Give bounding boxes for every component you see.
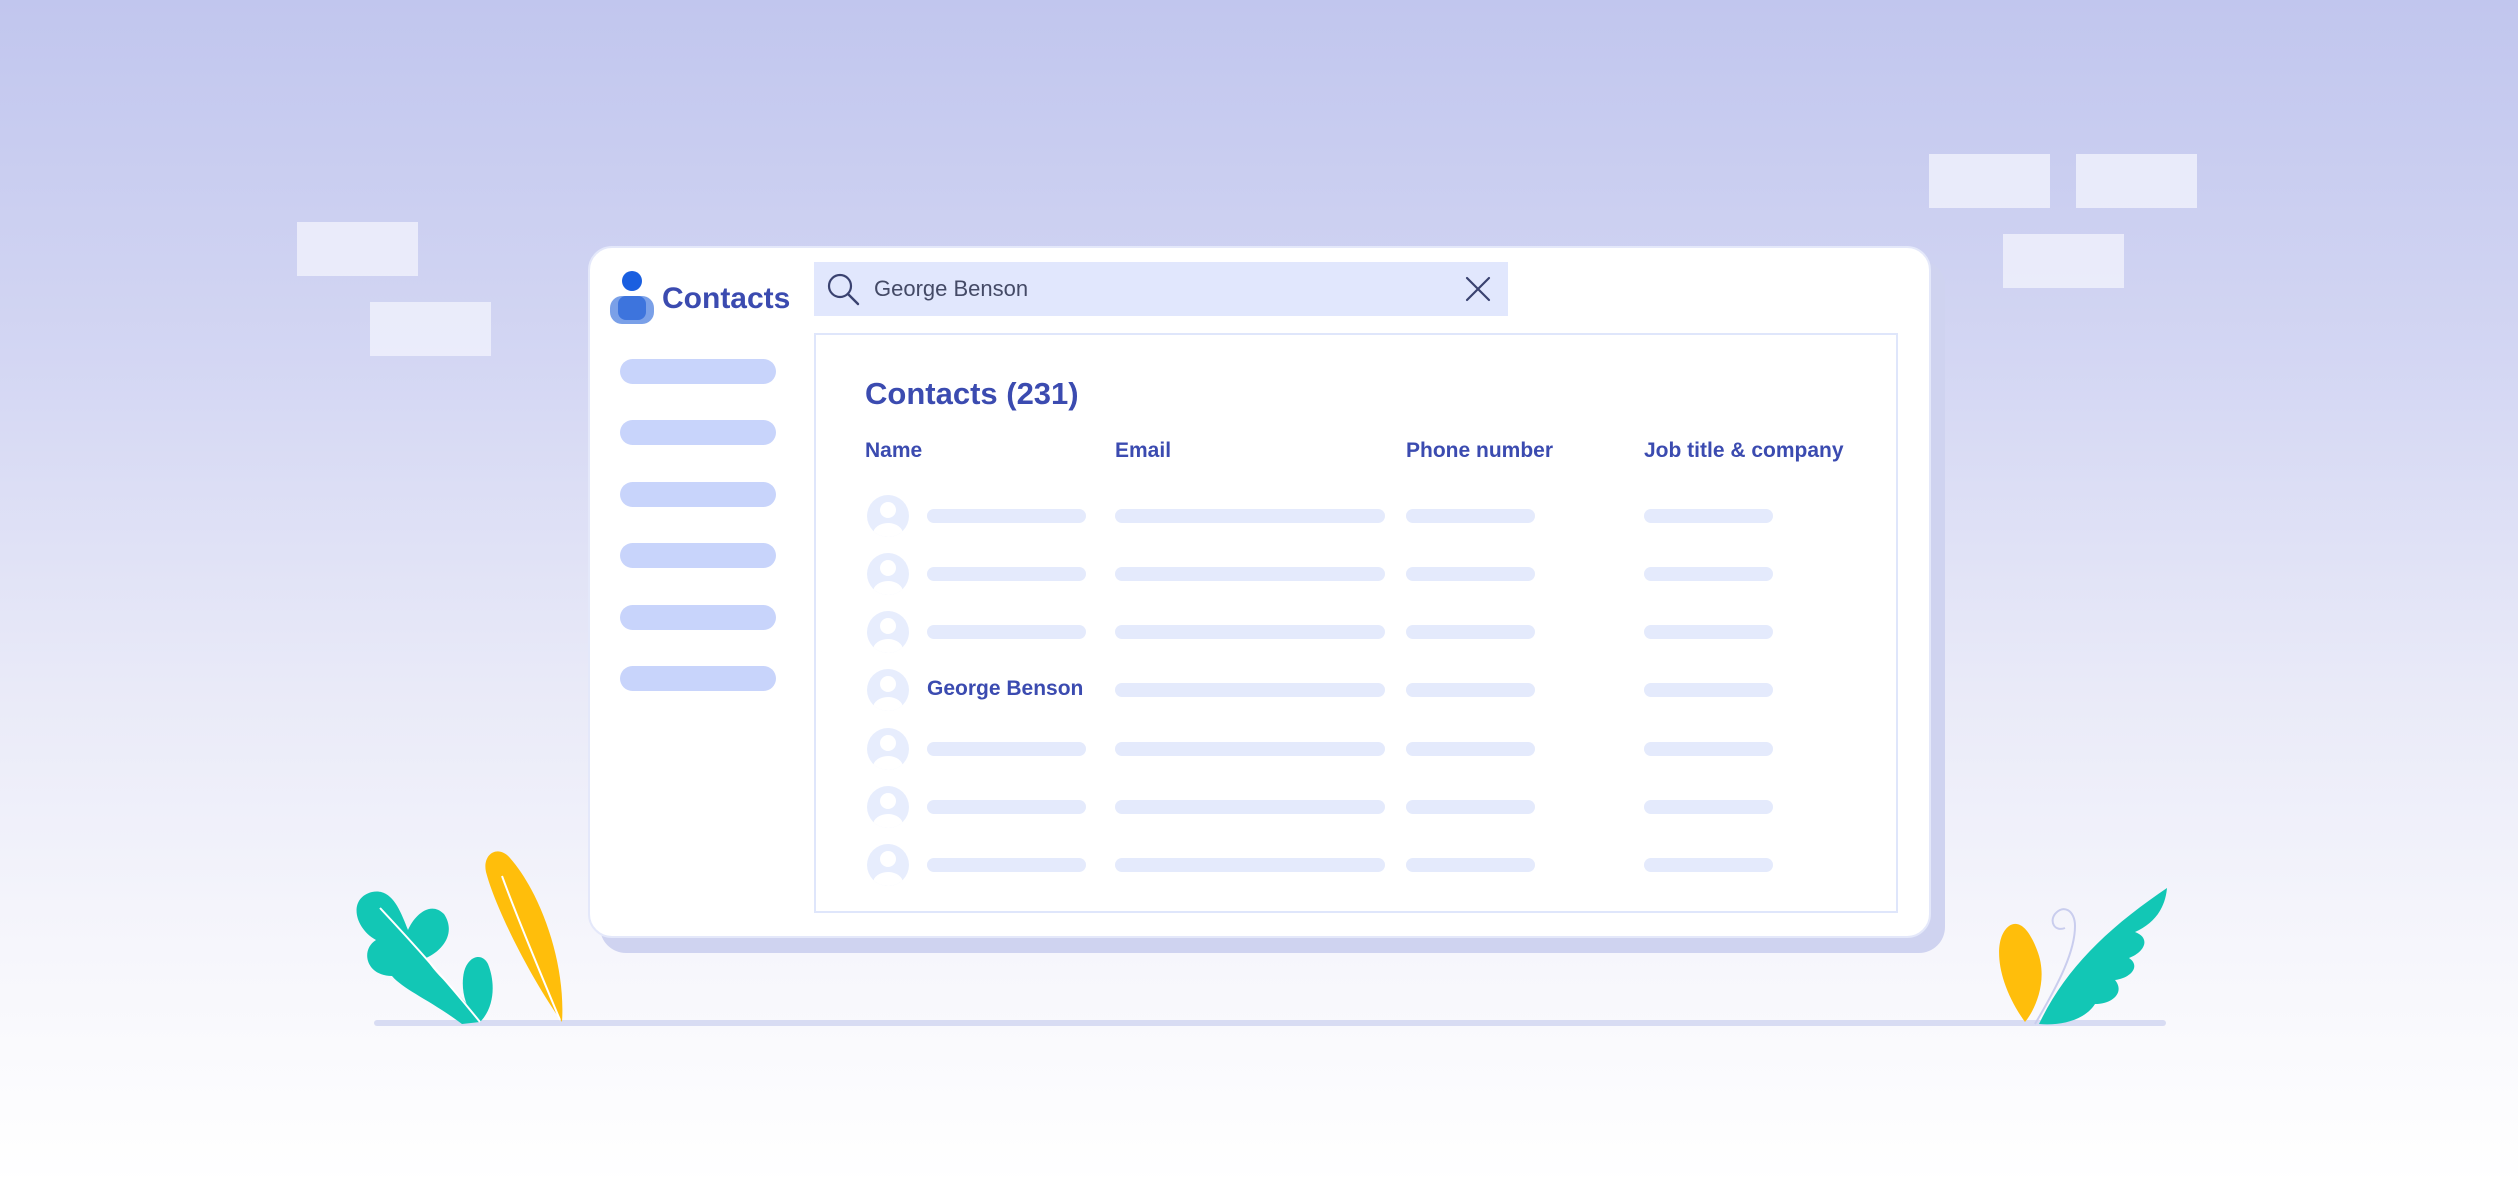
name-placeholder: [927, 567, 1086, 581]
decorative-rectangle: [297, 222, 418, 276]
sidebar-nav-item[interactable]: [620, 420, 776, 445]
name-placeholder: [927, 742, 1086, 756]
avatar: [866, 610, 910, 654]
avatar: [866, 727, 910, 771]
phone-placeholder: [1406, 567, 1535, 581]
contacts-panel: [814, 333, 1898, 913]
job-title-placeholder: [1644, 567, 1773, 581]
email-placeholder: [1115, 742, 1385, 756]
ground-line: [374, 1020, 2166, 1026]
sidebar-nav-item[interactable]: [620, 482, 776, 507]
decorative-rectangle: [2076, 154, 2197, 208]
sidebar-nav-item[interactable]: [620, 666, 776, 691]
decorative-rectangle: [1929, 154, 2050, 208]
phone-placeholder: [1406, 800, 1535, 814]
name-placeholder: [927, 509, 1086, 523]
column-header-name[interactable]: Name: [865, 439, 922, 463]
avatar: [866, 494, 910, 538]
sidebar-nav-item[interactable]: [620, 605, 776, 630]
email-placeholder: [1115, 800, 1385, 814]
phone-placeholder: [1406, 683, 1535, 697]
close-icon[interactable]: [1464, 275, 1492, 303]
decorative-rectangle: [2003, 234, 2124, 288]
job-title-placeholder: [1644, 742, 1773, 756]
email-placeholder: [1115, 683, 1385, 697]
search-bar[interactable]: [814, 262, 1508, 316]
email-placeholder: [1115, 567, 1385, 581]
job-title-placeholder: [1644, 858, 1773, 872]
search-input[interactable]: [874, 268, 1434, 310]
name-placeholder: [927, 800, 1086, 814]
avatar: [866, 552, 910, 596]
sidebar-nav-item[interactable]: [620, 359, 776, 384]
name-placeholder: [927, 625, 1086, 639]
email-placeholder: [1115, 625, 1385, 639]
name-placeholder: [927, 858, 1086, 872]
email-placeholder: [1115, 858, 1385, 872]
sidebar-nav-item[interactable]: [620, 543, 776, 568]
phone-placeholder: [1406, 509, 1535, 523]
person-icon: [610, 271, 654, 324]
column-header-job-title[interactable]: Job title & company: [1644, 439, 1844, 463]
column-header-email[interactable]: Email: [1115, 439, 1171, 463]
job-title-placeholder: [1644, 625, 1773, 639]
avatar: [866, 668, 910, 712]
leaf-plant-illustration: [356, 851, 563, 1024]
job-title-placeholder: [1644, 509, 1773, 523]
phone-placeholder: [1406, 742, 1535, 756]
column-header-phone[interactable]: Phone number: [1406, 439, 1553, 463]
contacts-title: Contacts (231): [865, 376, 1079, 411]
phone-placeholder: [1406, 625, 1535, 639]
job-title-placeholder: [1644, 683, 1773, 697]
search-icon: [827, 273, 860, 306]
avatar: [866, 843, 910, 887]
job-title-placeholder: [1644, 800, 1773, 814]
leaf-plant-illustration: [1999, 888, 2167, 1025]
contact-name[interactable]: George Benson: [927, 677, 1083, 701]
phone-placeholder: [1406, 858, 1535, 872]
avatar: [866, 785, 910, 829]
email-placeholder: [1115, 509, 1385, 523]
app-title: Contacts: [662, 282, 791, 315]
decorative-rectangle: [370, 302, 491, 356]
